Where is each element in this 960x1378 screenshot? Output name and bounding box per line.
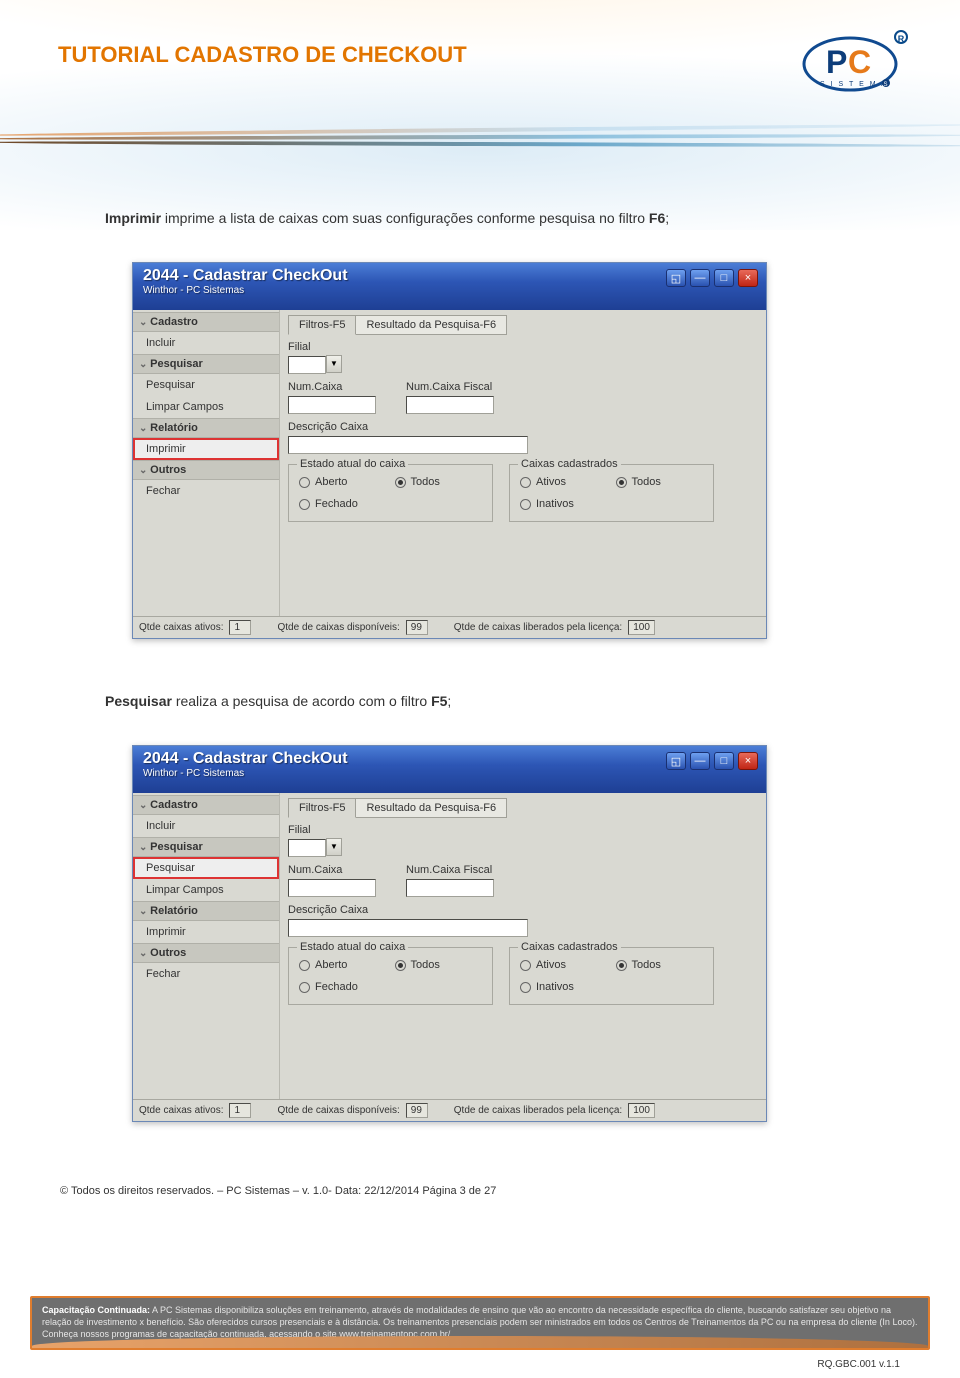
sidebar-item-limpar-campos[interactable]: Limpar Campos — [133, 396, 279, 418]
status-liberados-value: 100 — [628, 1103, 655, 1118]
sidebar-group-relatorio[interactable]: Relatório — [133, 418, 279, 438]
header-swoosh — [0, 128, 960, 158]
sidebar-group-outros[interactable]: Outros — [133, 943, 279, 963]
tab-filtros[interactable]: Filtros-F5 — [288, 315, 356, 335]
filial-input[interactable] — [288, 356, 326, 374]
group-estado-caixa: Estado atual do caixa Aberto Todos Fecha… — [288, 464, 493, 522]
label-filial: Filial — [288, 824, 758, 836]
tab-resultado[interactable]: Resultado da Pesquisa-F6 — [355, 798, 507, 818]
tab-resultado[interactable]: Resultado da Pesquisa-F6 — [355, 315, 507, 335]
sidebar-item-limpar-campos[interactable]: Limpar Campos — [133, 879, 279, 901]
radio-todos-cadastrados[interactable]: Todos — [616, 959, 704, 971]
status-disponiveis-value: 99 — [406, 620, 428, 635]
paragraph-pesquisar: Pesquisar realiza a pesquisa de acordo c… — [105, 693, 451, 709]
label-numcaixa: Num.Caixa — [288, 864, 376, 876]
svg-text:C: C — [848, 44, 871, 80]
sidebar: Cadastro Incluir Pesquisar Pesquisar Lim… — [133, 793, 280, 1099]
sidebar-item-imprimir[interactable]: Imprimir — [133, 438, 279, 460]
descricao-input[interactable] — [288, 436, 528, 454]
sidebar-item-incluir[interactable]: Incluir — [133, 815, 279, 837]
paragraph-imprimir: Imprimir imprime a lista de caixas com s… — [105, 210, 669, 226]
radio-ativos[interactable]: Ativos — [520, 476, 608, 488]
window-maximize-icon[interactable]: □ — [714, 269, 734, 287]
status-liberados-value: 100 — [628, 620, 655, 635]
document-code: RQ.GBC.001 v.1.1 — [817, 1359, 900, 1370]
group-estado-caixa: Estado atual do caixa Aberto Todos Fecha… — [288, 947, 493, 1005]
footer-capacitacao: Capacitação Continuada: A PC Sistemas di… — [30, 1296, 930, 1350]
window-minimize-icon[interactable]: — — [690, 269, 710, 287]
radio-inativos[interactable]: Inativos — [520, 981, 608, 993]
window-cadastrar-checkout-2: 2044 - Cadastrar CheckOut Winthor - PC S… — [132, 745, 767, 1122]
radio-todos-cadastrados[interactable]: Todos — [616, 476, 704, 488]
status-ativos-value: 1 — [229, 620, 251, 635]
registered-icon: R — [894, 30, 908, 44]
status-bar: Qtde caixas ativos:1 Qtde de caixas disp… — [133, 616, 766, 638]
numcaixa-input[interactable] — [288, 396, 376, 414]
sidebar-group-cadastro[interactable]: Cadastro — [133, 312, 279, 332]
numcaixa-input[interactable] — [288, 879, 376, 897]
window-subtitle: Winthor - PC Sistemas — [143, 285, 348, 296]
label-filial: Filial — [288, 341, 758, 353]
status-bar: Qtde caixas ativos:1 Qtde de caixas disp… — [133, 1099, 766, 1121]
window-minimize-icon[interactable]: — — [690, 752, 710, 770]
filial-input[interactable] — [288, 839, 326, 857]
window-titlebar: 2044 - Cadastrar CheckOut Winthor - PC S… — [133, 263, 766, 310]
copyright-line: © Todos os direitos reservados. – PC Sis… — [60, 1185, 496, 1197]
window-restore-icon[interactable]: ◱ — [666, 269, 686, 287]
svg-text:P: P — [826, 44, 847, 80]
window-close-icon[interactable]: × — [738, 752, 758, 770]
radio-fechado[interactable]: Fechado — [299, 981, 387, 993]
window-title: 2044 - Cadastrar CheckOut — [143, 750, 348, 768]
tab-filtros[interactable]: Filtros-F5 — [288, 798, 356, 818]
window-subtitle: Winthor - PC Sistemas — [143, 768, 348, 779]
window-title: 2044 - Cadastrar CheckOut — [143, 267, 348, 285]
status-ativos-value: 1 — [229, 1103, 251, 1118]
sidebar: Cadastro Incluir Pesquisar Pesquisar Lim… — [133, 310, 280, 616]
main-panel: Filtros-F5 Resultado da Pesquisa-F6 Fili… — [280, 793, 766, 1099]
radio-aberto[interactable]: Aberto — [299, 959, 387, 971]
window-maximize-icon[interactable]: □ — [714, 752, 734, 770]
sidebar-item-pesquisar[interactable]: Pesquisar — [133, 374, 279, 396]
sidebar-item-fechar[interactable]: Fechar — [133, 963, 279, 985]
sidebar-group-relatorio[interactable]: Relatório — [133, 901, 279, 921]
radio-aberto[interactable]: Aberto — [299, 476, 387, 488]
numcaixa-fiscal-input[interactable] — [406, 396, 494, 414]
filial-dropdown-icon[interactable]: ▼ — [326, 838, 342, 856]
group-caixas-cadastrados: Caixas cadastrados Ativos Todos Inativos — [509, 464, 714, 522]
radio-todos-estado[interactable]: Todos — [395, 959, 483, 971]
label-numcaixa-fiscal: Num.Caixa Fiscal — [406, 381, 494, 393]
sidebar-group-cadastro[interactable]: Cadastro — [133, 795, 279, 815]
status-disponiveis-value: 99 — [406, 1103, 428, 1118]
sidebar-item-fechar[interactable]: Fechar — [133, 480, 279, 502]
radio-ativos[interactable]: Ativos — [520, 959, 608, 971]
sidebar-group-pesquisar[interactable]: Pesquisar — [133, 354, 279, 374]
sidebar-item-incluir[interactable]: Incluir — [133, 332, 279, 354]
window-close-icon[interactable]: × — [738, 269, 758, 287]
radio-inativos[interactable]: Inativos — [520, 498, 608, 510]
label-numcaixa: Num.Caixa — [288, 381, 376, 393]
radio-todos-estado[interactable]: Todos — [395, 476, 483, 488]
pc-sistemas-logo: R P C S I S T E M A S — [798, 28, 908, 100]
numcaixa-fiscal-input[interactable] — [406, 879, 494, 897]
label-descricao: Descrição Caixa — [288, 904, 758, 916]
label-descricao: Descrição Caixa — [288, 421, 758, 433]
descricao-input[interactable] — [288, 919, 528, 937]
window-cadastrar-checkout-1: 2044 - Cadastrar CheckOut Winthor - PC S… — [132, 262, 767, 639]
label-numcaixa-fiscal: Num.Caixa Fiscal — [406, 864, 494, 876]
window-restore-icon[interactable]: ◱ — [666, 752, 686, 770]
sidebar-group-outros[interactable]: Outros — [133, 460, 279, 480]
sidebar-item-pesquisar[interactable]: Pesquisar — [133, 857, 279, 879]
logo-subtext: S I S T E M A — [820, 81, 888, 88]
group-caixas-cadastrados: Caixas cadastrados Ativos Todos Inativos — [509, 947, 714, 1005]
main-panel: Filtros-F5 Resultado da Pesquisa-F6 Fili… — [280, 310, 766, 616]
page-title: TUTORIAL CADASTRO DE CHECKOUT — [58, 42, 467, 68]
radio-fechado[interactable]: Fechado — [299, 498, 387, 510]
filial-dropdown-icon[interactable]: ▼ — [326, 355, 342, 373]
svg-text:S: S — [884, 82, 888, 88]
window-titlebar: 2044 - Cadastrar CheckOut Winthor - PC S… — [133, 746, 766, 793]
sidebar-item-imprimir[interactable]: Imprimir — [133, 921, 279, 943]
sidebar-group-pesquisar[interactable]: Pesquisar — [133, 837, 279, 857]
